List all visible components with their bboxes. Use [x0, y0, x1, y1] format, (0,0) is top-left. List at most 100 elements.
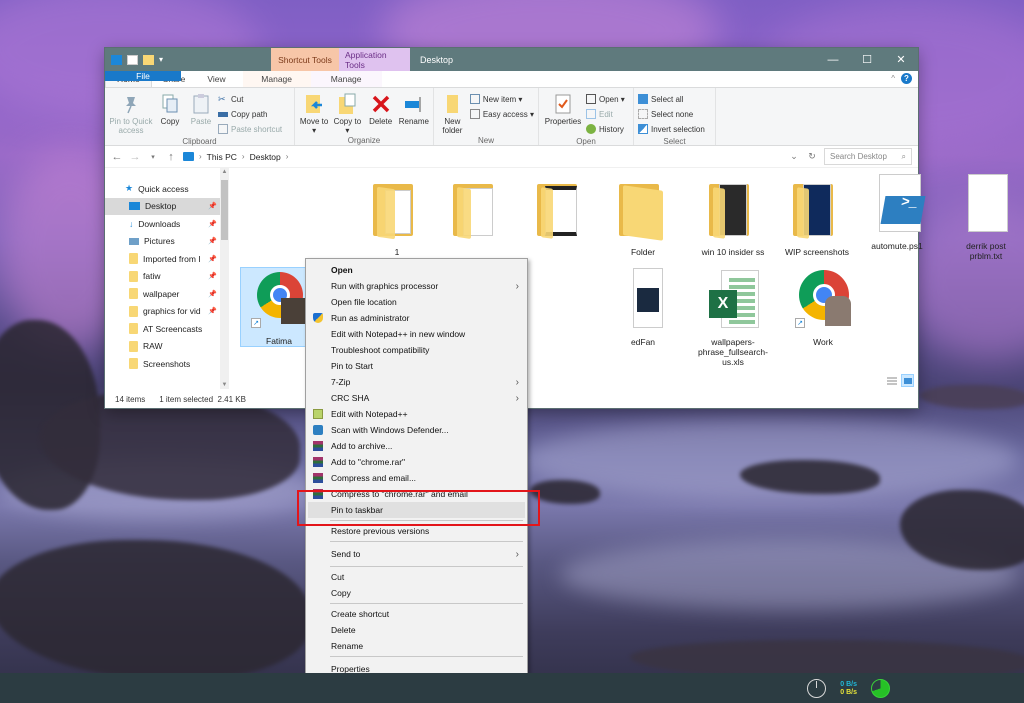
- sidebar-scrollbar[interactable]: ▲ ▼: [220, 168, 229, 389]
- menu-item-send-to[interactable]: Send to ›: [306, 544, 527, 564]
- new-item-button[interactable]: New item ▾: [469, 92, 534, 106]
- large-icons-view-button[interactable]: [901, 374, 914, 387]
- menu-item-pin-to-start[interactable]: Pin to Start: [306, 358, 527, 374]
- rename-button[interactable]: Rename: [399, 90, 429, 135]
- sidebar-item-quick-access[interactable]: ★ Quick access: [105, 180, 229, 198]
- folder-icon: [615, 178, 671, 244]
- file-item[interactable]: edFan: [605, 268, 681, 347]
- sidebar-item-screenshots[interactable]: Screenshots: [105, 355, 229, 373]
- breadcrumb[interactable]: › This PC › Desktop ›: [183, 148, 782, 165]
- maximize-button[interactable]: ☐: [850, 48, 884, 71]
- new-folder-button[interactable]: New folder: [438, 90, 467, 135]
- gauge-icon[interactable]: [807, 679, 827, 698]
- minimize-button[interactable]: —: [816, 48, 850, 71]
- forward-button[interactable]: →: [129, 151, 141, 163]
- menu-item-open-file-location[interactable]: Open file location: [306, 294, 527, 310]
- details-view-button[interactable]: [885, 374, 898, 387]
- sidebar-item-imported[interactable]: Imported from I 📌: [105, 250, 229, 268]
- edit-button[interactable]: Edit: [586, 107, 625, 121]
- select-all-button[interactable]: Select all: [638, 92, 705, 106]
- close-button[interactable]: ✕: [884, 48, 918, 71]
- recent-locations-button[interactable]: ▾: [147, 153, 159, 161]
- menu-item-add-to-chrome-rar[interactable]: Add to "chrome.rar": [306, 454, 527, 470]
- delete-button[interactable]: Delete: [366, 90, 396, 135]
- tab-file[interactable]: File: [105, 71, 181, 81]
- help-icon[interactable]: ?: [901, 73, 912, 84]
- file-item[interactable]: derrik post prblm.txt: [951, 172, 1021, 261]
- tab-application-manage[interactable]: Manage: [310, 71, 382, 87]
- scroll-down-icon[interactable]: ▼: [220, 382, 229, 388]
- move-to-button[interactable]: Move to ▾: [299, 90, 329, 135]
- scroll-up-icon[interactable]: ▲: [220, 169, 229, 175]
- paste-button[interactable]: Paste: [187, 90, 215, 136]
- invert-selection-button[interactable]: Invert selection: [638, 122, 705, 136]
- customize-qat-icon[interactable]: ▾: [159, 55, 163, 64]
- menu-item-copy[interactable]: Copy: [306, 585, 527, 601]
- menu-item-delete[interactable]: Delete: [306, 622, 527, 638]
- sidebar-item-at-screencasts[interactable]: AT Screencasts: [105, 320, 229, 338]
- sidebar-item-downloads[interactable]: ↓ Downloads 📌: [105, 215, 229, 233]
- menu-item-run-with-graphics[interactable]: Run with graphics processor ›: [306, 278, 527, 294]
- file-item[interactable]: X wallpapers-phrase_fullsearch-us.xls: [695, 268, 771, 367]
- properties-button[interactable]: Properties: [543, 90, 583, 136]
- cut-button[interactable]: ✂ Cut: [218, 92, 282, 106]
- sidebar-item-graphics[interactable]: graphics for vid 📌: [105, 303, 229, 321]
- refresh-button[interactable]: ↻: [806, 151, 818, 162]
- menu-item-run-as-admin[interactable]: Run as administrator: [306, 310, 527, 326]
- application-tools-tab[interactable]: Application Tools: [339, 48, 410, 71]
- file-item[interactable]: WIP screenshots: [779, 178, 855, 257]
- menu-item-7zip[interactable]: 7-Zip ›: [306, 374, 527, 390]
- file-item[interactable]: win 10 insider ss: [695, 178, 771, 257]
- paste-shortcut-button[interactable]: Paste shortcut: [218, 122, 282, 136]
- file-item[interactable]: >_ automute.ps1: [859, 172, 935, 251]
- menu-item-add-to-archive[interactable]: Add to archive...: [306, 438, 527, 454]
- search-input[interactable]: Search Desktop ⌕: [824, 148, 912, 165]
- copy-button[interactable]: Copy: [156, 90, 184, 136]
- menu-item-edit-notepad-new-window[interactable]: Edit with Notepad++ in new window: [306, 326, 527, 342]
- network-speed[interactable]: 0 B/s 0 B/s: [840, 681, 857, 697]
- file-item[interactable]: [439, 178, 515, 247]
- sidebar-item-wallpaper[interactable]: wallpaper 📌: [105, 285, 229, 303]
- history-button[interactable]: History: [586, 122, 625, 136]
- tab-shortcut-manage[interactable]: Manage: [242, 71, 311, 87]
- sidebar-item-pictures[interactable]: Pictures 📌: [105, 233, 229, 251]
- copy-to-button[interactable]: Copy to ▾: [332, 90, 362, 135]
- easy-access-button[interactable]: Easy access ▾: [469, 107, 534, 121]
- sidebar-item-desktop[interactable]: Desktop 📌: [105, 197, 229, 215]
- cpu-usage-icon[interactable]: [871, 679, 890, 698]
- sidebar-item-fatiw[interactable]: fatiw 📌: [105, 268, 229, 286]
- menu-item-restore-previous[interactable]: Restore previous versions: [306, 523, 527, 539]
- menu-item-scan-defender[interactable]: Scan with Windows Defender...: [306, 422, 527, 438]
- menu-item-troubleshoot[interactable]: Troubleshoot compatibility: [306, 342, 527, 358]
- file-item[interactable]: 1: [359, 178, 435, 257]
- new-folder-qat-icon[interactable]: [143, 54, 154, 65]
- sidebar-item-raw[interactable]: RAW: [105, 338, 229, 356]
- menu-item-crc-sha[interactable]: CRC SHA ›: [306, 390, 527, 406]
- breadcrumb-desktop[interactable]: Desktop: [250, 152, 281, 162]
- menu-item-edit-notepad[interactable]: Edit with Notepad++: [306, 406, 527, 422]
- file-item[interactable]: ↗ Work: [785, 268, 861, 347]
- menu-item-pin-to-taskbar[interactable]: Pin to taskbar: [308, 502, 525, 518]
- pin-quick-access-button[interactable]: Pin to Quick access: [109, 90, 153, 136]
- collapse-ribbon-icon[interactable]: ^: [891, 74, 895, 83]
- menu-item-compress-to-rar-email[interactable]: Compress to "chrome.rar" and email: [306, 486, 527, 502]
- properties-qat-icon[interactable]: [127, 54, 138, 65]
- tab-view[interactable]: View: [196, 71, 236, 87]
- select-none-button[interactable]: Select none: [638, 107, 705, 121]
- history-icon: [586, 124, 596, 134]
- menu-item-rename[interactable]: Rename: [306, 638, 527, 654]
- menu-item-compress-email[interactable]: Compress and email...: [306, 470, 527, 486]
- file-item[interactable]: Folder: [605, 178, 681, 257]
- up-button[interactable]: ↑: [165, 151, 177, 163]
- menu-item-create-shortcut[interactable]: Create shortcut: [306, 606, 527, 622]
- address-dropdown-button[interactable]: ⌄: [788, 151, 800, 162]
- menu-item-open[interactable]: Open: [306, 262, 527, 278]
- menu-item-cut[interactable]: Cut: [306, 569, 527, 585]
- file-item[interactable]: [523, 178, 599, 247]
- open-button[interactable]: Open ▾: [586, 92, 625, 106]
- shortcut-tools-tab[interactable]: Shortcut Tools: [271, 48, 339, 71]
- breadcrumb-this-pc[interactable]: This PC: [207, 152, 237, 162]
- copy-path-button[interactable]: Copy path: [218, 107, 282, 121]
- scroll-thumb[interactable]: [221, 180, 228, 240]
- back-button[interactable]: ←: [111, 151, 123, 163]
